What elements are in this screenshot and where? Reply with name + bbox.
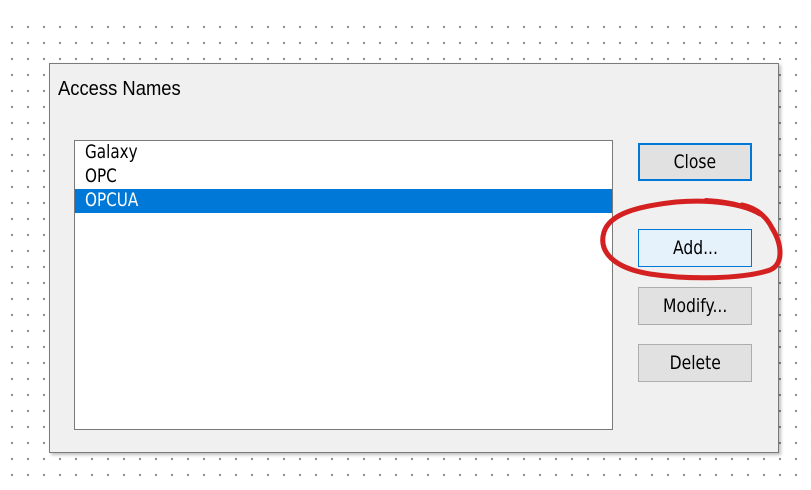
canvas-top-margin: [0, 0, 811, 14]
close-button[interactable]: Close: [638, 143, 752, 181]
access-names-list[interactable]: Galaxy OPC OPCUA: [74, 140, 613, 430]
add-button[interactable]: Add...: [638, 229, 752, 267]
modify-button[interactable]: Modify...: [638, 287, 752, 325]
delete-button[interactable]: Delete: [638, 344, 752, 382]
dialog-title: Access Names: [58, 78, 181, 100]
list-item-galaxy[interactable]: Galaxy: [75, 141, 612, 165]
list-item-opc[interactable]: OPC: [75, 165, 612, 189]
list-item-opcua[interactable]: OPCUA: [75, 189, 612, 213]
